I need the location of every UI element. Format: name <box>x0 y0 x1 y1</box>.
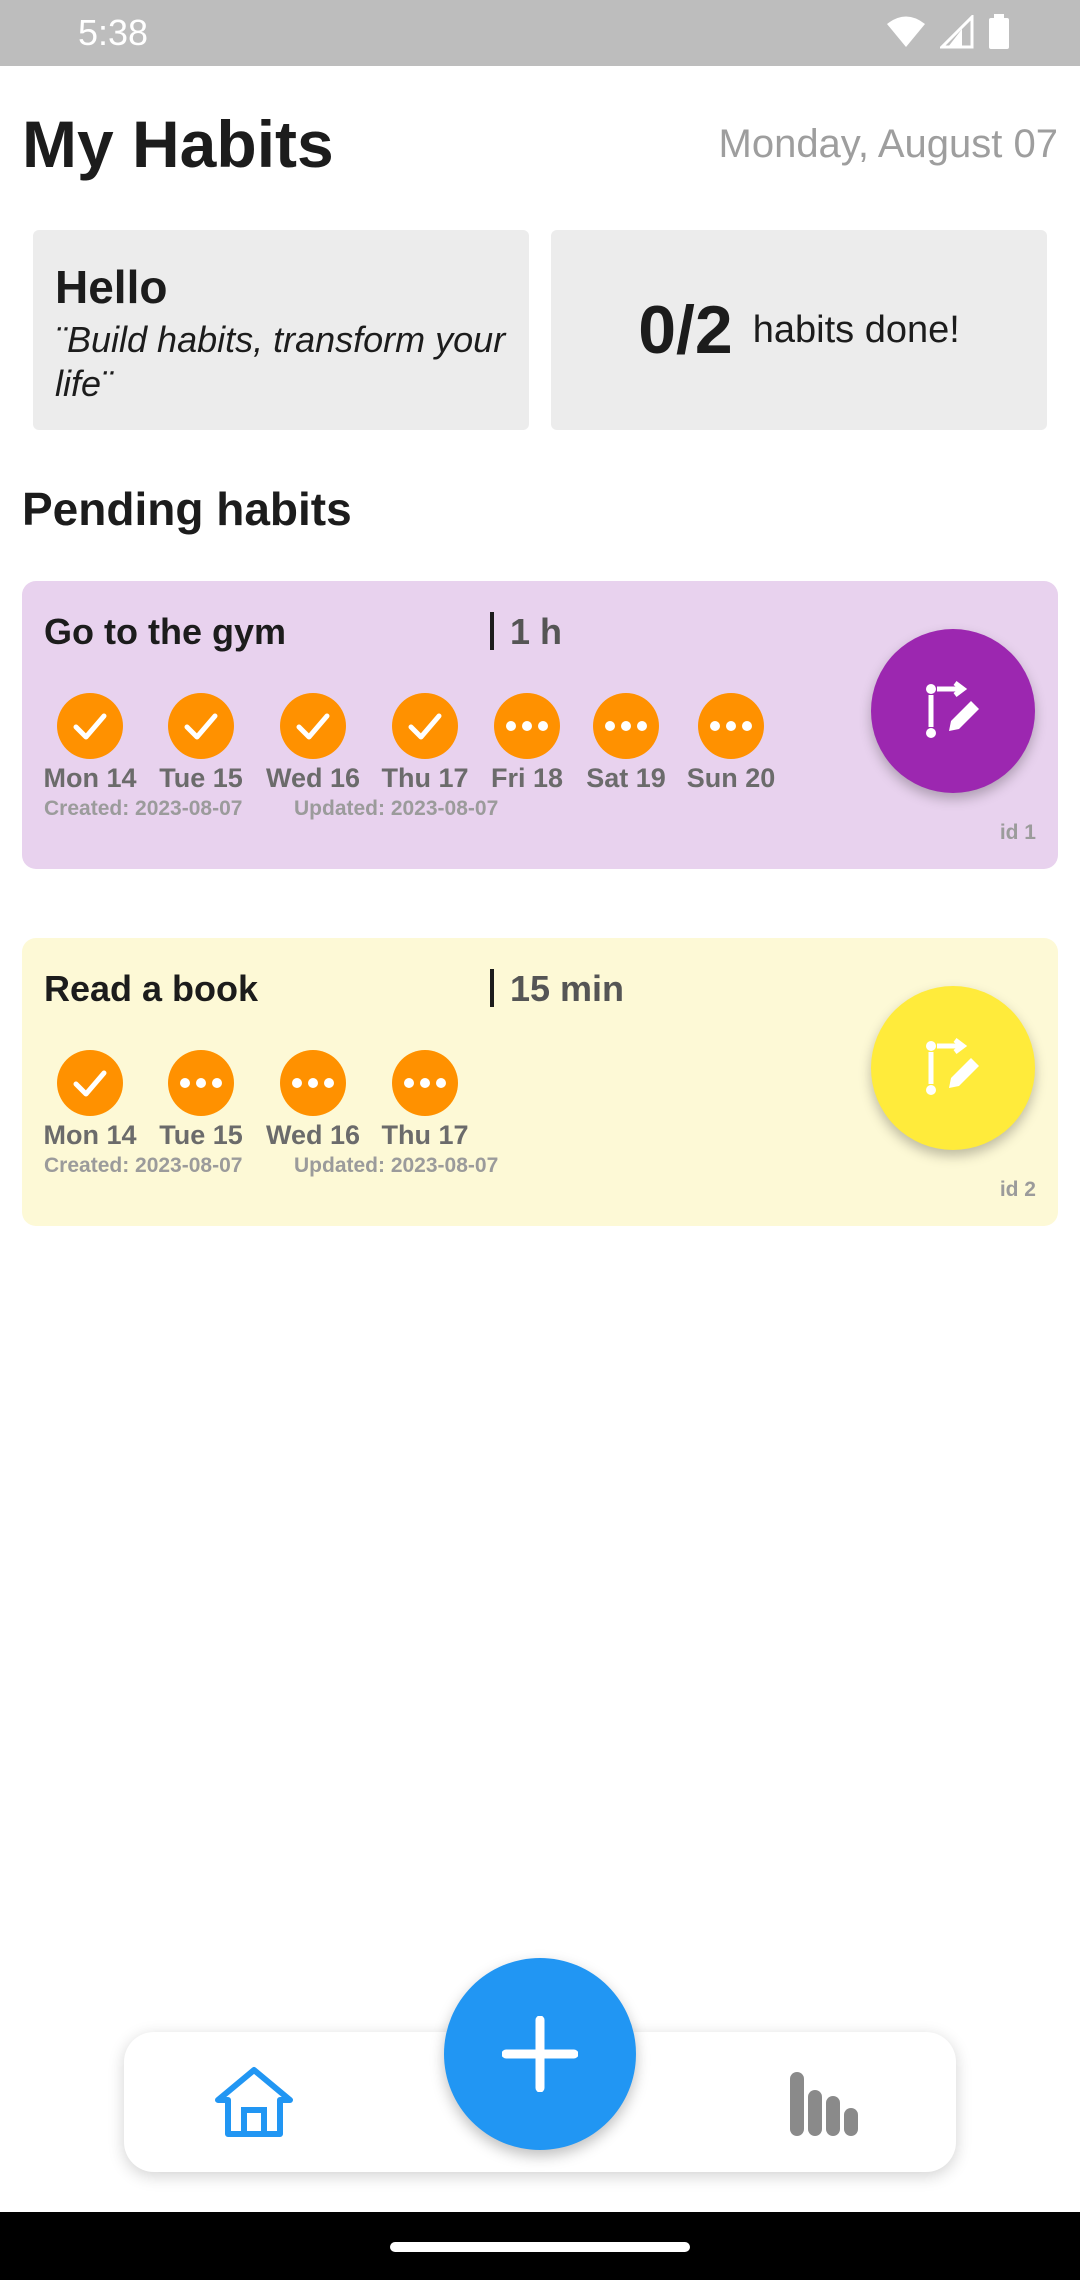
motivational-quote: ¨Build habits, transform your life¨ <box>55 319 506 404</box>
more-horizontal-icon <box>392 1050 458 1116</box>
status-icons <box>886 14 1010 50</box>
created-date: Created: 2023-08-07 <box>44 1154 243 1177</box>
edit-habit-button[interactable] <box>871 986 1035 1150</box>
check-icon <box>168 693 234 759</box>
day-item[interactable]: Tue 15 <box>141 1050 261 1151</box>
habit-id: id 1 <box>999 821 1036 844</box>
habits-done-count: 0/2 <box>638 292 733 368</box>
status-bar: 5:38 <box>0 0 1080 66</box>
greeting-title: Hello <box>55 261 168 313</box>
edit-habit-button[interactable] <box>871 629 1035 793</box>
system-navigation-bar <box>0 2212 1080 2280</box>
progress-card: 0/2 habits done! <box>551 230 1047 430</box>
day-item[interactable]: Thu 17 <box>365 1050 485 1151</box>
current-date: Monday, August 07 <box>718 122 1059 166</box>
habit-card[interactable]: Go to the gym 1 h Mon 14 Tue 15 Wed 16 T… <box>22 581 1058 869</box>
app-screen: 5:38 My Habits Monday, August 07 Hello ¨… <box>0 0 1080 2280</box>
day-item[interactable]: Wed 16 <box>253 693 373 794</box>
more-horizontal-icon <box>494 693 560 759</box>
nav-stats-button[interactable] <box>788 2068 858 2141</box>
status-time: 5:38 <box>78 12 149 53</box>
day-item[interactable]: Mon 14 <box>30 693 150 794</box>
greeting-card: Hello ¨Build habits, transform your life… <box>33 230 529 430</box>
updated-date: Updated: 2023-08-07 <box>294 797 499 820</box>
day-item[interactable]: Sat 19 <box>566 693 686 794</box>
check-icon <box>57 1050 123 1116</box>
day-label: Mon 14 <box>43 1120 137 1150</box>
habit-duration: 1 h <box>490 611 562 653</box>
habit-name: Go to the gym <box>44 611 286 652</box>
day-item[interactable]: Mon 14 <box>30 1050 150 1151</box>
day-label: Mon 14 <box>43 763 137 793</box>
page-title: My Habits <box>22 107 334 181</box>
day-label: Tue 15 <box>159 763 243 793</box>
habit-duration: 15 min <box>490 968 624 1010</box>
day-label: Thu 17 <box>381 1120 469 1150</box>
day-label: Wed 16 <box>265 763 361 793</box>
home-icon <box>215 2067 293 2137</box>
check-icon <box>280 693 346 759</box>
habits-done-label: habits done! <box>752 308 960 351</box>
more-horizontal-icon <box>698 693 764 759</box>
habit-name: Read a book <box>44 968 259 1009</box>
edit-habit-icon <box>926 681 979 738</box>
habit-id: id 2 <box>999 1178 1036 1201</box>
wifi-icon <box>887 16 925 47</box>
plus-icon <box>502 2016 578 2092</box>
day-item[interactable]: Tue 15 <box>141 693 261 794</box>
day-label: Sun 20 <box>686 763 776 793</box>
habit-card[interactable]: Read a book 15 min Mon 14 Tue 15 Wed 16 … <box>22 938 1058 1226</box>
day-label: Sat 19 <box>586 763 666 793</box>
more-horizontal-icon <box>593 693 659 759</box>
add-habit-button[interactable] <box>444 1958 636 2150</box>
bar-chart-icon <box>790 2072 858 2136</box>
signal-icon <box>940 15 974 49</box>
battery-icon <box>989 14 1009 49</box>
nav-home-button[interactable] <box>214 2066 294 2143</box>
section-title: Pending habits <box>22 483 352 535</box>
created-date: Created: 2023-08-07 <box>44 797 243 820</box>
day-label: Wed 16 <box>265 1120 361 1150</box>
day-item[interactable]: Sun 20 <box>671 693 791 794</box>
home-gesture-handle[interactable] <box>390 2242 690 2252</box>
more-horizontal-icon <box>280 1050 346 1116</box>
edit-habit-icon <box>926 1038 979 1095</box>
day-item[interactable]: Wed 16 <box>253 1050 373 1151</box>
check-icon <box>57 693 123 759</box>
day-label: Tue 15 <box>159 1120 243 1150</box>
updated-date: Updated: 2023-08-07 <box>294 1154 499 1177</box>
more-horizontal-icon <box>168 1050 234 1116</box>
check-icon <box>392 693 458 759</box>
